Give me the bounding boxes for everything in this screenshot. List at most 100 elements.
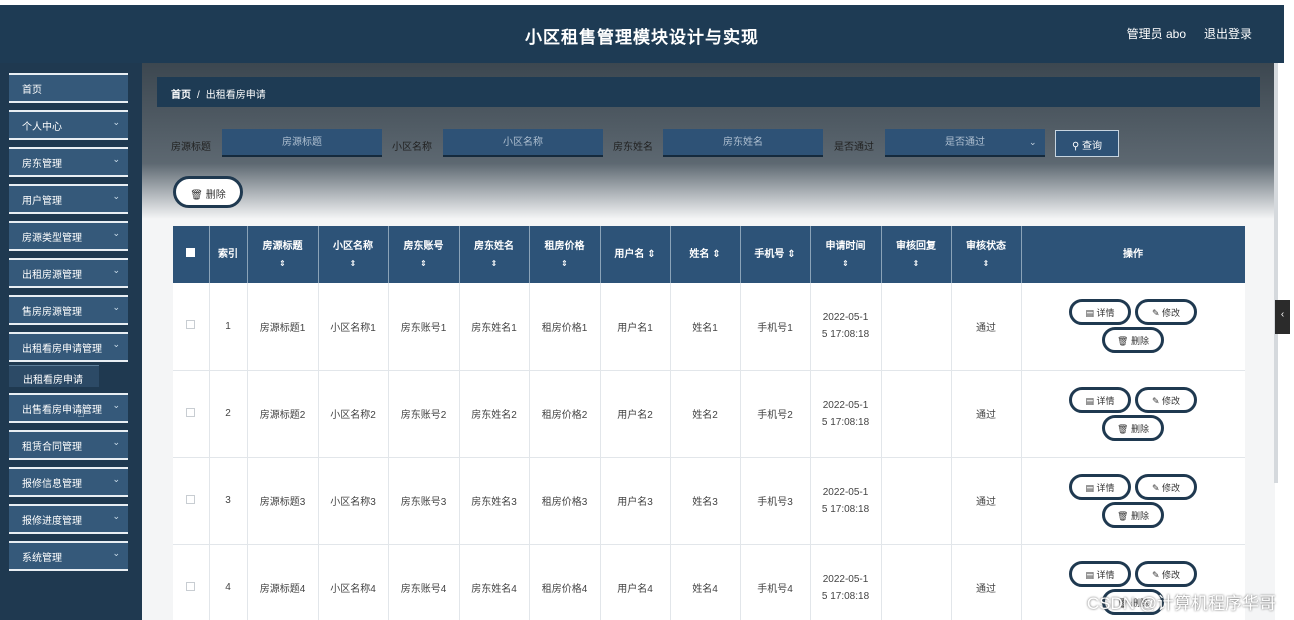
- trash-icon: 🗑: [1117, 423, 1129, 434]
- edit-button[interactable]: ✎ 修改: [1135, 473, 1197, 500]
- sidebar-item-home[interactable]: 首页: [9, 73, 128, 103]
- table-cell: 手机号1: [740, 283, 811, 371]
- column-header[interactable]: 审核回复 ⇕: [881, 226, 952, 283]
- sort-icon[interactable]: ⇕: [811, 255, 881, 272]
- breadcrumb-separator: /: [197, 90, 200, 101]
- trash-icon: 🗑: [190, 190, 203, 201]
- sort-icon[interactable]: ⇕: [882, 255, 951, 272]
- batch-delete-label: 删除: [205, 190, 226, 201]
- batch-delete-button[interactable]: 🗑 删除: [173, 176, 243, 208]
- detail-button[interactable]: ▤ 详情: [1069, 560, 1131, 587]
- column-header[interactable]: 审核状态 ⇕: [951, 226, 1022, 283]
- sidebar-item-sale-viewing-requests[interactable]: 出售看房申请管理 ⌄: [9, 393, 128, 423]
- main-content: 首页 / 出租看房申请 房源标题 小区名称 房东姓名 是否通过 ⌄ ⚲ 查询 🗑 删…: [142, 63, 1275, 620]
- search-approved-select[interactable]: [885, 129, 1045, 157]
- table-cell-time: 2022-05-1 5 17:08:18: [810, 283, 882, 371]
- sort-icon[interactable]: ⇕: [389, 255, 459, 272]
- scrollbar[interactable]: [1274, 63, 1278, 483]
- row-checkbox[interactable]: [173, 457, 210, 545]
- sort-icon[interactable]: ⇕: [248, 255, 318, 272]
- sidebar-item-repair-progress[interactable]: 报修进度管理 ⌄: [9, 504, 128, 534]
- row-checkbox[interactable]: [173, 544, 210, 620]
- edit-button[interactable]: ✎ 修改: [1135, 386, 1197, 413]
- sidebar-item-system[interactable]: 系统管理 ⌄: [9, 541, 128, 571]
- column-header[interactable]: 小区名称 ⇕: [318, 226, 389, 283]
- query-button[interactable]: ⚲ 查询: [1055, 130, 1119, 157]
- detail-button[interactable]: ▤ 详情: [1069, 299, 1131, 326]
- detail-label: 详情: [1096, 482, 1115, 493]
- chevron-down-icon: ⌄: [1029, 137, 1037, 147]
- edit-button[interactable]: ✎ 修改: [1135, 560, 1197, 587]
- sidebar-item-lease-contracts[interactable]: 租赁合同管理 ⌄: [9, 430, 128, 460]
- delete-button[interactable]: 🗑 删除: [1102, 327, 1164, 354]
- table-row: 1 房源标题1 小区名称1 房东账号1 房东姓名1 租房价格1 用户名1 姓名1 手机号1 202…: [173, 283, 1245, 371]
- table-cell: 手机号3: [740, 457, 811, 545]
- sort-icon[interactable]: ⇕: [530, 255, 600, 272]
- row-checkbox[interactable]: [173, 370, 210, 458]
- table-cell: 房东账号3: [388, 457, 460, 545]
- table-cell: 手机号4: [740, 544, 811, 620]
- table-row: 4 房源标题4 小区名称4 房东账号4 房东姓名4 租房价格4 用户名4 姓名4 手机号4 202…: [173, 544, 1245, 620]
- sidebar-item-repair-info[interactable]: 报修信息管理 ⌄: [9, 467, 128, 497]
- column-header[interactable]: 姓名 ⇕: [670, 226, 741, 283]
- chevron-left-icon: ‹: [1280, 309, 1285, 320]
- detail-icon: ▤: [1085, 395, 1094, 406]
- detail-label: 详情: [1096, 395, 1115, 406]
- sidebar-subitem-rental-viewing-request[interactable]: 出租看房申请: [9, 365, 99, 387]
- search-community-input[interactable]: [443, 129, 603, 157]
- logout-link[interactable]: 退出登录: [1204, 25, 1252, 42]
- table-cell: 房东姓名1: [459, 283, 530, 371]
- sidebar-item-listing-types[interactable]: 房源类型管理 ⌄: [9, 221, 128, 251]
- breadcrumb-current: 出租看房申请: [205, 90, 266, 101]
- sort-icon[interactable]: ⇕: [319, 255, 388, 272]
- sort-icon[interactable]: ⇕: [647, 249, 655, 260]
- column-header[interactable]: 申请时间 ⇕: [810, 226, 882, 283]
- detail-icon: ▤: [1085, 482, 1094, 493]
- delete-button[interactable]: 🗑 删除: [1102, 501, 1164, 528]
- table-cell: 小区名称4: [318, 544, 389, 620]
- pencil-icon: ✎: [1151, 308, 1160, 319]
- collapse-handle[interactable]: ‹: [1275, 300, 1290, 334]
- delete-label: 删除: [1130, 336, 1149, 347]
- sort-icon[interactable]: ⇕: [952, 255, 1021, 272]
- delete-button[interactable]: 🗑 删除: [1102, 414, 1164, 441]
- select-all-checkbox[interactable]: [173, 226, 210, 283]
- table-cell-time: 2022-05-1 5 17:08:18: [810, 370, 882, 458]
- sort-icon[interactable]: ⇕: [712, 249, 720, 260]
- sort-icon[interactable]: ⇕: [460, 255, 529, 272]
- column-header[interactable]: 房东姓名 ⇕: [459, 226, 530, 283]
- table-cell: 用户名1: [600, 283, 671, 371]
- data-table: 索引 房源标题 ⇕ 小区名称 ⇕ 房东账号 ⇕ 房东姓名 ⇕ 租房价格 ⇕ 用户名 ⇕ 姓…: [173, 226, 1245, 620]
- table-cell: 用户名2: [600, 370, 671, 458]
- table-cell: 房东姓名3: [459, 457, 530, 545]
- detail-button[interactable]: ▤ 详情: [1069, 386, 1131, 413]
- table-cell: 姓名1: [670, 283, 741, 371]
- edit-button[interactable]: ✎ 修改: [1135, 299, 1197, 326]
- row-checkbox[interactable]: [173, 283, 210, 371]
- table-row: 3 房源标题3 小区名称3 房东账号3 房东姓名3 租房价格3 用户名3 姓名3 手机号3 202…: [173, 457, 1245, 545]
- sort-icon[interactable]: ⇕: [787, 249, 795, 260]
- sidebar-item-sale-listings[interactable]: 售房房源管理 ⌄: [9, 295, 128, 325]
- pencil-icon: ✎: [1151, 569, 1160, 580]
- breadcrumb-home[interactable]: 首页: [171, 90, 191, 101]
- table-cell-time: 2022-05-1 5 17:08:18: [810, 544, 882, 620]
- sidebar-item-label: 售房房源管理: [22, 307, 82, 318]
- detail-button[interactable]: ▤ 详情: [1069, 473, 1131, 500]
- search-title-input[interactable]: [222, 129, 382, 157]
- sidebar-item-rental-listings[interactable]: 出租房源管理 ⌄: [9, 258, 128, 288]
- search-landlord-input[interactable]: [663, 129, 823, 157]
- sidebar-item-rental-viewing-requests[interactable]: 出租看房申请管理 ⌄: [9, 332, 128, 362]
- column-header[interactable]: 房东账号 ⇕: [388, 226, 460, 283]
- sidebar-item-profile[interactable]: 个人中心 ⌄: [9, 110, 128, 140]
- column-header[interactable]: 手机号 ⇕: [740, 226, 811, 283]
- sidebar-item-landlords[interactable]: 房东管理 ⌄: [9, 147, 128, 177]
- table-cell-status: 通过: [951, 457, 1022, 545]
- sidebar-item-users[interactable]: 用户管理 ⌄: [9, 184, 128, 214]
- sidebar-item-label: 报修信息管理: [22, 479, 82, 490]
- column-header[interactable]: 租房价格 ⇕: [529, 226, 601, 283]
- sidebar-item-label: 报修进度管理: [22, 516, 82, 527]
- sidebar-item-label: 个人中心: [22, 122, 62, 133]
- table-cell: 用户名3: [600, 457, 671, 545]
- column-header[interactable]: 用户名 ⇕: [600, 226, 671, 283]
- column-header[interactable]: 房源标题 ⇕: [247, 226, 319, 283]
